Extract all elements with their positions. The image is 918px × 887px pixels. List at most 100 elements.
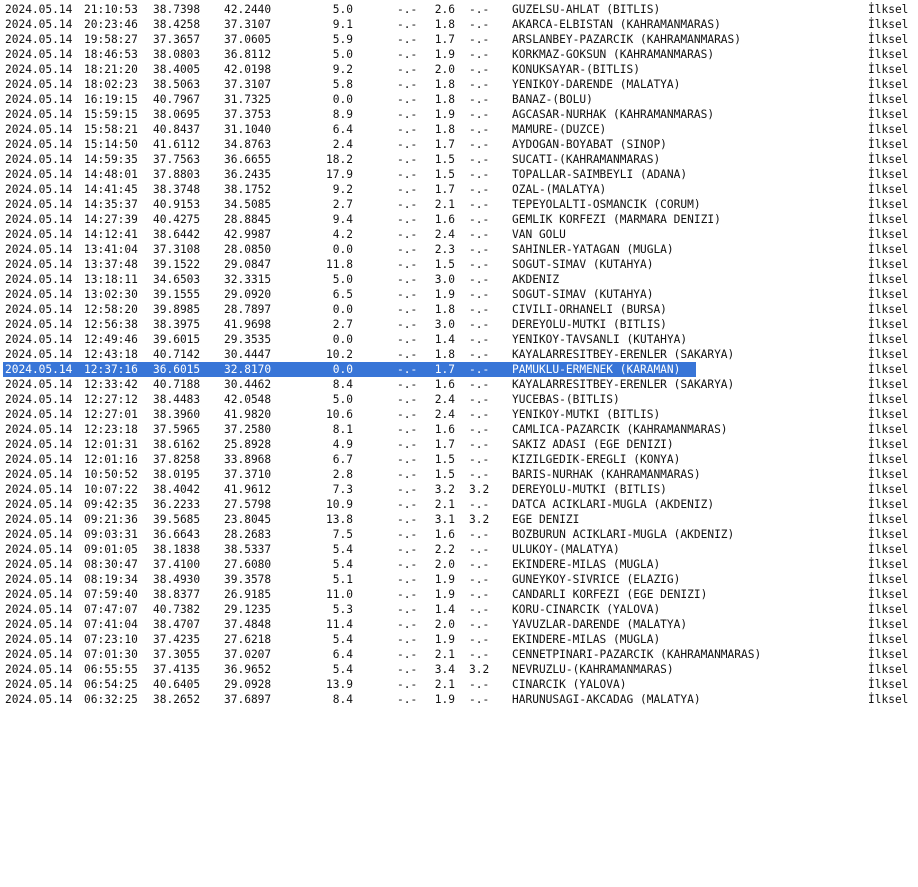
depth-cell[interactable]: 11.4 — [323, 617, 353, 632]
latitude-cell[interactable]: 38.3748 — [153, 182, 200, 197]
date-cell[interactable]: 2024.05.14 — [5, 407, 72, 422]
location-cell[interactable]: PAMUKLU-ERMENEK (KARAMAN) — [512, 362, 680, 377]
ml-magnitude-cell[interactable]: 2.0 — [431, 617, 455, 632]
solution-quality-cell[interactable]: İlksel — [868, 242, 908, 257]
table-row[interactable]: 2024.05.14 15:14:50 41.6112 34.8763 2.4 … — [0, 137, 918, 152]
latitude-cell[interactable]: 38.3960 — [153, 407, 200, 422]
location-cell[interactable]: YAVUZLAR-DARENDE (MALATYA) — [512, 617, 687, 632]
location-cell[interactable]: EKINDERE-MILAS (MUGLA) — [512, 557, 660, 572]
table-row[interactable]: 2024.05.14 12:33:42 40.7188 30.4462 8.4 … — [0, 377, 918, 392]
longitude-cell[interactable]: 29.1235 — [224, 602, 271, 617]
date-cell[interactable]: 2024.05.14 — [5, 587, 72, 602]
time-cell[interactable]: 12:01:31 — [84, 437, 138, 452]
md-magnitude-cell[interactable]: -.- — [397, 242, 417, 257]
location-cell[interactable]: GUNEYKOY-SIVRICE (ELAZIG) — [512, 572, 680, 587]
date-cell[interactable]: 2024.05.14 — [5, 137, 72, 152]
date-cell[interactable]: 2024.05.14 — [5, 647, 72, 662]
ml-magnitude-cell[interactable]: 1.8 — [431, 122, 455, 137]
latitude-cell[interactable]: 38.4483 — [153, 392, 200, 407]
solution-quality-cell[interactable]: İlksel — [868, 437, 908, 452]
time-cell[interactable]: 08:30:47 — [84, 557, 138, 572]
mw-magnitude-cell[interactable]: -.- — [469, 2, 489, 17]
md-magnitude-cell[interactable]: -.- — [397, 272, 417, 287]
depth-cell[interactable]: 2.7 — [323, 317, 353, 332]
md-magnitude-cell[interactable]: -.- — [397, 32, 417, 47]
longitude-cell[interactable]: 29.0847 — [224, 257, 271, 272]
mw-magnitude-cell[interactable]: -.- — [469, 587, 489, 602]
solution-quality-cell[interactable]: İlksel — [868, 137, 908, 152]
md-magnitude-cell[interactable]: -.- — [397, 122, 417, 137]
ml-magnitude-cell[interactable]: 2.0 — [431, 62, 455, 77]
solution-quality-cell[interactable]: İlksel — [868, 287, 908, 302]
location-cell[interactable]: DEREYOLU-MUTKI (BITLIS) — [512, 317, 667, 332]
ml-magnitude-cell[interactable]: 1.6 — [431, 422, 455, 437]
depth-cell[interactable]: 0.0 — [323, 242, 353, 257]
date-cell[interactable]: 2024.05.14 — [5, 32, 72, 47]
longitude-cell[interactable]: 37.3107 — [224, 17, 271, 32]
solution-quality-cell[interactable]: İlksel — [868, 497, 908, 512]
solution-quality-cell[interactable]: İlksel — [868, 332, 908, 347]
mw-magnitude-cell[interactable]: 3.2 — [469, 482, 489, 497]
depth-cell[interactable]: 4.9 — [323, 437, 353, 452]
solution-quality-cell[interactable]: İlksel — [868, 257, 908, 272]
latitude-cell[interactable]: 37.3055 — [153, 647, 200, 662]
date-cell[interactable]: 2024.05.14 — [5, 482, 72, 497]
md-magnitude-cell[interactable]: -.- — [397, 542, 417, 557]
solution-quality-cell[interactable]: İlksel — [868, 32, 908, 47]
date-cell[interactable]: 2024.05.14 — [5, 182, 72, 197]
latitude-cell[interactable]: 40.7382 — [153, 602, 200, 617]
mw-magnitude-cell[interactable]: -.- — [469, 677, 489, 692]
location-cell[interactable]: CINARCIK (YALOVA) — [512, 677, 627, 692]
date-cell[interactable]: 2024.05.14 — [5, 557, 72, 572]
location-cell[interactable]: KAYALARRESITBEY-ERENLER (SAKARYA) — [512, 377, 734, 392]
md-magnitude-cell[interactable]: -.- — [397, 197, 417, 212]
ml-magnitude-cell[interactable]: 1.9 — [431, 47, 455, 62]
solution-quality-cell[interactable]: İlksel — [868, 197, 908, 212]
depth-cell[interactable]: 0.0 — [323, 92, 353, 107]
depth-cell[interactable]: 17.9 — [323, 167, 353, 182]
md-magnitude-cell[interactable]: -.- — [397, 392, 417, 407]
ml-magnitude-cell[interactable]: 1.6 — [431, 377, 455, 392]
mw-magnitude-cell[interactable]: -.- — [469, 302, 489, 317]
ml-magnitude-cell[interactable]: 1.9 — [431, 287, 455, 302]
table-row[interactable]: 2024.05.14 14:12:41 38.6442 42.9987 4.2 … — [0, 227, 918, 242]
table-row[interactable]: 2024.05.14 15:58:21 40.8437 31.1040 6.4 … — [0, 122, 918, 137]
date-cell[interactable]: 2024.05.14 — [5, 602, 72, 617]
latitude-cell[interactable]: 39.1555 — [153, 287, 200, 302]
md-magnitude-cell[interactable]: -.- — [397, 362, 417, 377]
latitude-cell[interactable]: 38.0803 — [153, 47, 200, 62]
ml-magnitude-cell[interactable]: 2.4 — [431, 392, 455, 407]
location-cell[interactable]: SUCATI-(KAHRAMANMARAS) — [512, 152, 660, 167]
date-cell[interactable]: 2024.05.14 — [5, 452, 72, 467]
ml-magnitude-cell[interactable]: 1.9 — [431, 692, 455, 707]
longitude-cell[interactable]: 28.8845 — [224, 212, 271, 227]
table-row[interactable]: 2024.05.14 09:01:05 38.1838 38.5337 5.4 … — [0, 542, 918, 557]
table-row-selected[interactable]: 2024.05.14 12:37:16 36.6015 32.8170 0.0 … — [0, 362, 918, 377]
longitude-cell[interactable]: 28.7897 — [224, 302, 271, 317]
table-row[interactable]: 2024.05.14 09:21:36 39.5685 23.8045 13.8… — [0, 512, 918, 527]
solution-quality-cell[interactable]: İlksel — [868, 632, 908, 647]
location-cell[interactable]: MAMURE-(DUZCE) — [512, 122, 606, 137]
latitude-cell[interactable]: 38.0195 — [153, 467, 200, 482]
date-cell[interactable]: 2024.05.14 — [5, 272, 72, 287]
solution-quality-cell[interactable]: İlksel — [868, 662, 908, 677]
time-cell[interactable]: 12:23:18 — [84, 422, 138, 437]
md-magnitude-cell[interactable]: -.- — [397, 302, 417, 317]
solution-quality-cell[interactable]: İlksel — [868, 17, 908, 32]
table-row[interactable]: 2024.05.14 07:47:07 40.7382 29.1235 5.3 … — [0, 602, 918, 617]
time-cell[interactable]: 14:48:01 — [84, 167, 138, 182]
latitude-cell[interactable]: 37.7563 — [153, 152, 200, 167]
depth-cell[interactable]: 10.2 — [323, 347, 353, 362]
time-cell[interactable]: 09:01:05 — [84, 542, 138, 557]
ml-magnitude-cell[interactable]: 2.1 — [431, 497, 455, 512]
depth-cell[interactable]: 11.0 — [323, 587, 353, 602]
mw-magnitude-cell[interactable]: -.- — [469, 167, 489, 182]
md-magnitude-cell[interactable]: -.- — [397, 17, 417, 32]
time-cell[interactable]: 06:55:55 — [84, 662, 138, 677]
location-cell[interactable]: ULUKOY-(MALATYA) — [512, 542, 620, 557]
longitude-cell[interactable]: 34.5085 — [224, 197, 271, 212]
ml-magnitude-cell[interactable]: 2.1 — [431, 197, 455, 212]
longitude-cell[interactable]: 38.1752 — [224, 182, 271, 197]
solution-quality-cell[interactable]: İlksel — [868, 302, 908, 317]
time-cell[interactable]: 18:46:53 — [84, 47, 138, 62]
